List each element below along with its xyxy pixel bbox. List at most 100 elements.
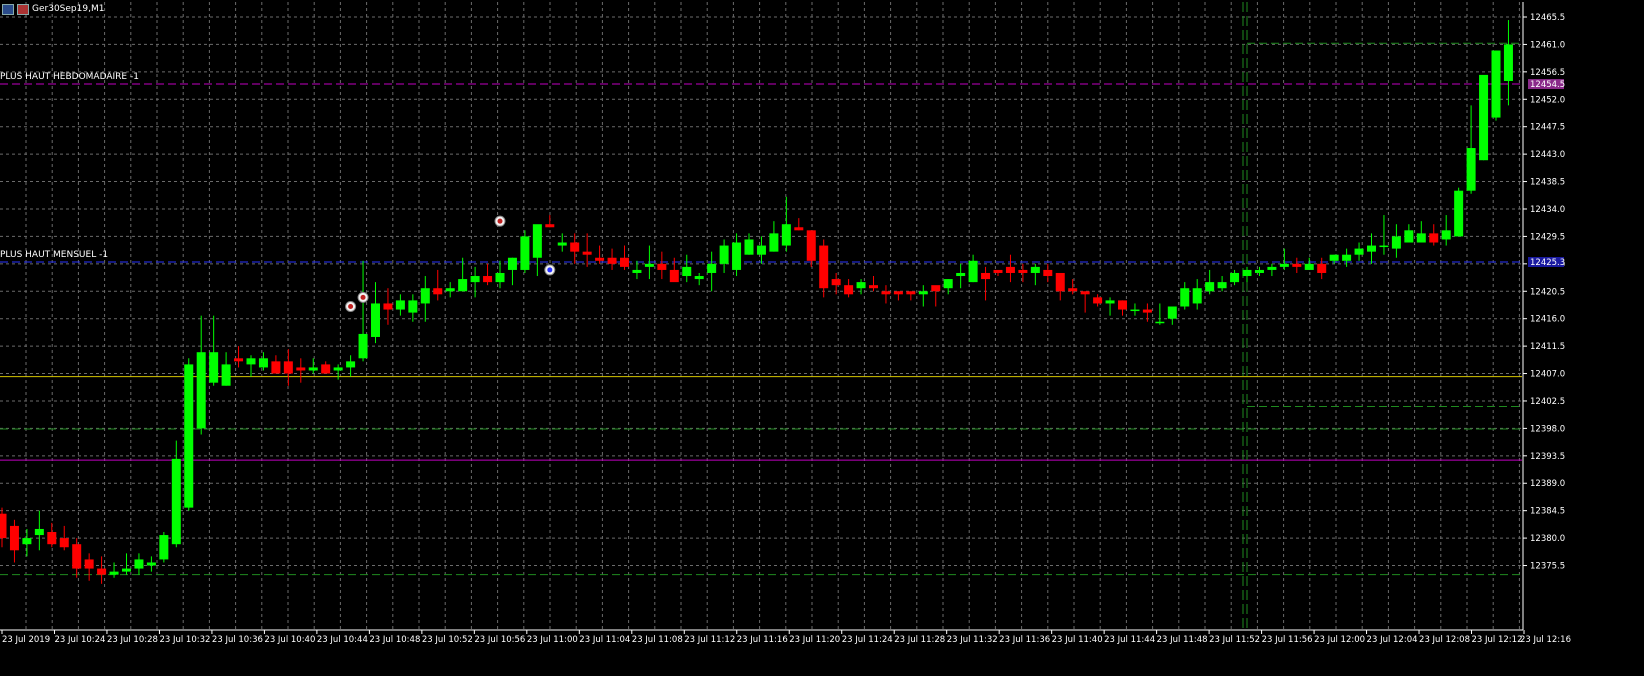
candle-body	[1005, 266, 1015, 273]
candle-body	[869, 285, 878, 289]
time-tick-label: 23 Jul 10:36	[212, 635, 263, 645]
candle-body	[72, 544, 82, 569]
candle-body	[1242, 269, 1252, 277]
candle-body	[1416, 233, 1426, 243]
time-tick-label: 23 Jul 11:40	[1052, 635, 1103, 645]
window-title-bar: Ger30Sep19,M1	[2, 2, 104, 16]
candle-body	[184, 364, 194, 508]
candle-body	[1329, 254, 1339, 261]
candle-body	[595, 257, 605, 261]
candle-body	[520, 236, 530, 270]
candlestick-chart[interactable]: 12465.5 12461.0 12456.5 12452.0 12447.5 12443…	[0, 0, 1644, 676]
time-tick-label: 23 Jul 11:24	[842, 635, 893, 645]
candle-body	[408, 300, 418, 313]
time-tick-label: 23 Jul 10:40	[264, 635, 315, 645]
candle-body	[981, 272, 991, 280]
time-tick-label: 23 Jul 11:48	[1157, 635, 1208, 645]
candle-body	[906, 291, 916, 295]
candle-body	[931, 285, 941, 292]
candle-body	[296, 367, 306, 371]
signal-marker-dot	[497, 218, 503, 224]
candle-body	[483, 276, 493, 283]
candle-body	[445, 288, 455, 292]
candle-body	[1491, 50, 1501, 118]
candle-body	[470, 276, 480, 283]
price-tick-label: 12416.0	[1530, 315, 1565, 325]
candle-body	[321, 364, 331, 374]
price-tick-label: 12420.5	[1530, 287, 1565, 297]
candle-body	[993, 269, 1003, 273]
candle-body	[918, 291, 928, 295]
price-box-label: 12454.5	[1530, 80, 1565, 90]
candle-body	[47, 532, 57, 545]
candle-body	[794, 227, 804, 231]
time-tick-label: 23 Jul 11:32	[947, 635, 998, 645]
candle-body	[856, 282, 866, 289]
candle-body	[1379, 245, 1389, 248]
candle-body	[682, 266, 692, 277]
candle-body	[632, 269, 642, 273]
time-tick-label: 23 Jul 10:28	[107, 635, 158, 645]
candle-body	[1068, 288, 1078, 292]
price-tick-label: 12411.5	[1530, 342, 1565, 352]
monthly-high-label: PLUS HAUT MENSUEL -1	[0, 250, 109, 260]
candle-body	[582, 251, 592, 255]
candle-body	[371, 303, 380, 337]
candle-body	[1180, 288, 1190, 307]
price-tick-label: 12465.5	[1530, 13, 1565, 23]
candle-body	[458, 279, 468, 292]
price-box-label: 12425.3	[1530, 258, 1565, 268]
price-axis: 12465.5 12461.0 12456.5 12452.0 12447.5 12443…	[1522, 2, 1565, 630]
signal-marker-dot	[348, 304, 354, 309]
price-tick-label: 12407.0	[1530, 370, 1565, 380]
candle-body	[1342, 254, 1352, 261]
time-tick-label: 23 Jul 11:20	[789, 635, 840, 645]
candle-body	[22, 538, 32, 545]
candle-body	[1080, 291, 1090, 295]
candle-body	[1254, 269, 1264, 273]
candle-body	[1404, 230, 1414, 243]
candle-body	[507, 257, 517, 270]
horizontal-lines	[0, 2, 1522, 630]
candle-body	[246, 358, 256, 365]
time-tick-label: 23 Jul 11:28	[894, 635, 945, 645]
candle-body	[968, 260, 978, 283]
chart-window-icon	[2, 3, 14, 15]
candle-body	[109, 571, 119, 575]
candle-body	[744, 239, 754, 255]
candle-body	[283, 361, 293, 374]
price-tick-label: 12438.5	[1530, 178, 1565, 188]
time-tick-label: 23 Jul 11:36	[999, 635, 1050, 645]
candle-body	[271, 361, 281, 374]
candle-body	[1093, 297, 1103, 304]
price-tick-label: 12429.5	[1530, 232, 1565, 242]
time-tick-label: 23 Jul 10:24	[54, 635, 105, 645]
candle-body	[1217, 282, 1227, 289]
candle-body	[545, 224, 555, 228]
price-tick-label: 12393.5	[1530, 452, 1565, 462]
time-tick-label: 23 Jul 11:04	[579, 635, 630, 645]
candle-body	[1454, 190, 1464, 237]
candle-body	[495, 272, 505, 283]
candle-body	[159, 535, 169, 560]
candles	[0, 20, 1513, 584]
price-tick-label: 12402.5	[1530, 397, 1565, 407]
candle-body	[1192, 288, 1202, 304]
candle-body	[171, 458, 181, 545]
price-tick-label: 12447.5	[1530, 123, 1565, 133]
candle-body	[943, 279, 953, 289]
candle-body	[669, 269, 679, 283]
candle-body	[1503, 44, 1513, 81]
time-tick-label: 23 Jul 11:16	[737, 635, 788, 645]
time-tick-label: 23 Jul 2019	[2, 635, 50, 645]
candle-body	[532, 224, 542, 258]
candle-body	[1391, 236, 1401, 249]
chart-window: 12465.5 12461.0 12456.5 12452.0 12447.5 12443…	[0, 0, 1644, 676]
candle-body	[1105, 300, 1115, 304]
grid	[0, 2, 1522, 630]
candle-body	[881, 291, 891, 295]
candle-body	[819, 245, 829, 289]
candle-body	[1055, 272, 1065, 292]
candle-body	[0, 513, 7, 539]
candle-body	[1142, 309, 1152, 313]
